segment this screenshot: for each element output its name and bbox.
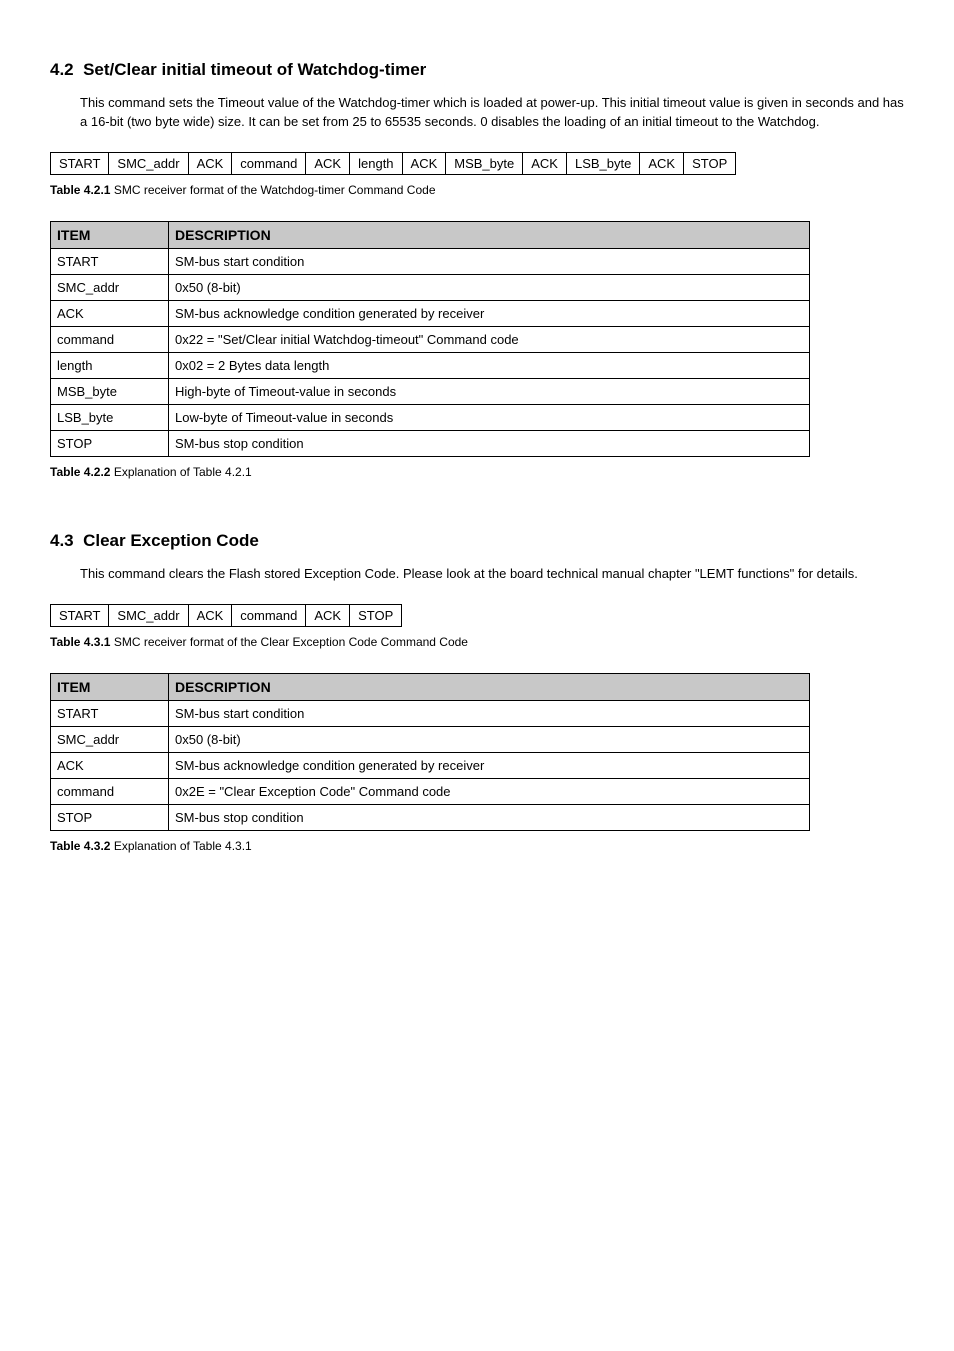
seq-cell: ACK <box>306 152 350 174</box>
table-row: length0x02 = 2 Bytes data length <box>51 352 810 378</box>
section-43-body: This command clears the Flash stored Exc… <box>80 565 904 584</box>
cell-item: command <box>51 326 169 352</box>
seq-cell: command <box>232 152 306 174</box>
cell-item: START <box>51 700 169 726</box>
table-row: START SMC_addr ACK command ACK STOP <box>51 604 402 626</box>
table-row: command0x22 = "Set/Clear initial Watchdo… <box>51 326 810 352</box>
table-431-sequence: START SMC_addr ACK command ACK STOP <box>50 604 402 627</box>
cell-desc: 0x02 = 2 Bytes data length <box>169 352 810 378</box>
table-422-description: ITEM DESCRIPTION STARTSM-bus start condi… <box>50 221 810 457</box>
section-heading-42: 4.2 Set/Clear initial timeout of Watchdo… <box>50 60 904 80</box>
caption-table-431: Table 4.3.1 SMC receiver format of the C… <box>50 635 904 649</box>
caption-label: Table 4.3.2 <box>50 839 110 853</box>
cell-desc: SM-bus acknowledge condition generated b… <box>169 300 810 326</box>
cell-desc: 0x50 (8-bit) <box>169 274 810 300</box>
seq-cell: START <box>51 604 109 626</box>
cell-item: LSB_byte <box>51 404 169 430</box>
cell-item: SMC_addr <box>51 726 169 752</box>
section-number: 4.2 <box>50 60 74 79</box>
seq-cell: MSB_byte <box>446 152 523 174</box>
cell-desc: 0x50 (8-bit) <box>169 726 810 752</box>
table-421-sequence: START SMC_addr ACK command ACK length AC… <box>50 152 736 175</box>
seq-cell: ACK <box>306 604 350 626</box>
seq-cell: command <box>232 604 306 626</box>
seq-cell: STOP <box>684 152 736 174</box>
table-row: ACKSM-bus acknowledge condition generate… <box>51 300 810 326</box>
col-header-item: ITEM <box>51 221 169 248</box>
caption-label: Table 4.3.1 <box>50 635 110 649</box>
cell-item: ACK <box>51 300 169 326</box>
seq-cell: START <box>51 152 109 174</box>
seq-cell: SMC_addr <box>109 604 188 626</box>
section-heading-43: 4.3 Clear Exception Code <box>50 531 904 551</box>
cell-desc: SM-bus stop condition <box>169 804 810 830</box>
table-432-description: ITEM DESCRIPTION STARTSM-bus start condi… <box>50 673 810 831</box>
table-row: STARTSM-bus start condition <box>51 248 810 274</box>
table-row: MSB_byteHigh-byte of Timeout-value in se… <box>51 378 810 404</box>
caption-table-422: Table 4.2.2 Explanation of Table 4.2.1 <box>50 465 904 479</box>
cell-desc: SM-bus start condition <box>169 248 810 274</box>
seq-cell: LSB_byte <box>566 152 639 174</box>
cell-desc: SM-bus acknowledge condition generated b… <box>169 752 810 778</box>
cell-item: SMC_addr <box>51 274 169 300</box>
cell-item: ACK <box>51 752 169 778</box>
seq-cell: ACK <box>188 604 232 626</box>
table-row: command0x2E = "Clear Exception Code" Com… <box>51 778 810 804</box>
cell-desc: High-byte of Timeout-value in seconds <box>169 378 810 404</box>
caption-table-421: Table 4.2.1 SMC receiver format of the W… <box>50 183 904 197</box>
col-header-item: ITEM <box>51 673 169 700</box>
section-title: Clear Exception Code <box>83 531 259 550</box>
table-row: SMC_addr0x50 (8-bit) <box>51 274 810 300</box>
table-row: LSB_byteLow-byte of Timeout-value in sec… <box>51 404 810 430</box>
seq-cell: STOP <box>350 604 402 626</box>
cell-item: length <box>51 352 169 378</box>
caption-label: Table 4.2.2 <box>50 465 110 479</box>
seq-cell: ACK <box>188 152 232 174</box>
cell-item: START <box>51 248 169 274</box>
section-42-body: This command sets the Timeout value of t… <box>80 94 904 132</box>
table-row: STARTSM-bus start condition <box>51 700 810 726</box>
caption-text: SMC receiver format of the Clear Excepti… <box>114 635 468 649</box>
caption-table-432: Table 4.3.2 Explanation of Table 4.3.1 <box>50 839 904 853</box>
section-number: 4.3 <box>50 531 74 550</box>
seq-cell: ACK <box>402 152 446 174</box>
caption-text: Explanation of Table 4.3.1 <box>114 839 252 853</box>
seq-cell: length <box>350 152 402 174</box>
caption-text: Explanation of Table 4.2.1 <box>114 465 252 479</box>
table-header-row: ITEM DESCRIPTION <box>51 673 810 700</box>
seq-cell: ACK <box>523 152 567 174</box>
cell-desc: 0x22 = "Set/Clear initial Watchdog-timeo… <box>169 326 810 352</box>
cell-desc: SM-bus stop condition <box>169 430 810 456</box>
table-row: STOPSM-bus stop condition <box>51 804 810 830</box>
table-row: START SMC_addr ACK command ACK length AC… <box>51 152 736 174</box>
cell-desc: SM-bus start condition <box>169 700 810 726</box>
caption-text: SMC receiver format of the Watchdog-time… <box>114 183 436 197</box>
cell-desc: Low-byte of Timeout-value in seconds <box>169 404 810 430</box>
cell-item: command <box>51 778 169 804</box>
table-header-row: ITEM DESCRIPTION <box>51 221 810 248</box>
caption-label: Table 4.2.1 <box>50 183 110 197</box>
cell-desc: 0x2E = "Clear Exception Code" Command co… <box>169 778 810 804</box>
cell-item: STOP <box>51 804 169 830</box>
table-row: SMC_addr0x50 (8-bit) <box>51 726 810 752</box>
seq-cell: ACK <box>640 152 684 174</box>
cell-item: MSB_byte <box>51 378 169 404</box>
table-row: STOPSM-bus stop condition <box>51 430 810 456</box>
col-header-description: DESCRIPTION <box>169 673 810 700</box>
section-title: Set/Clear initial timeout of Watchdog-ti… <box>83 60 426 79</box>
seq-cell: SMC_addr <box>109 152 188 174</box>
cell-item: STOP <box>51 430 169 456</box>
col-header-description: DESCRIPTION <box>169 221 810 248</box>
table-row: ACKSM-bus acknowledge condition generate… <box>51 752 810 778</box>
